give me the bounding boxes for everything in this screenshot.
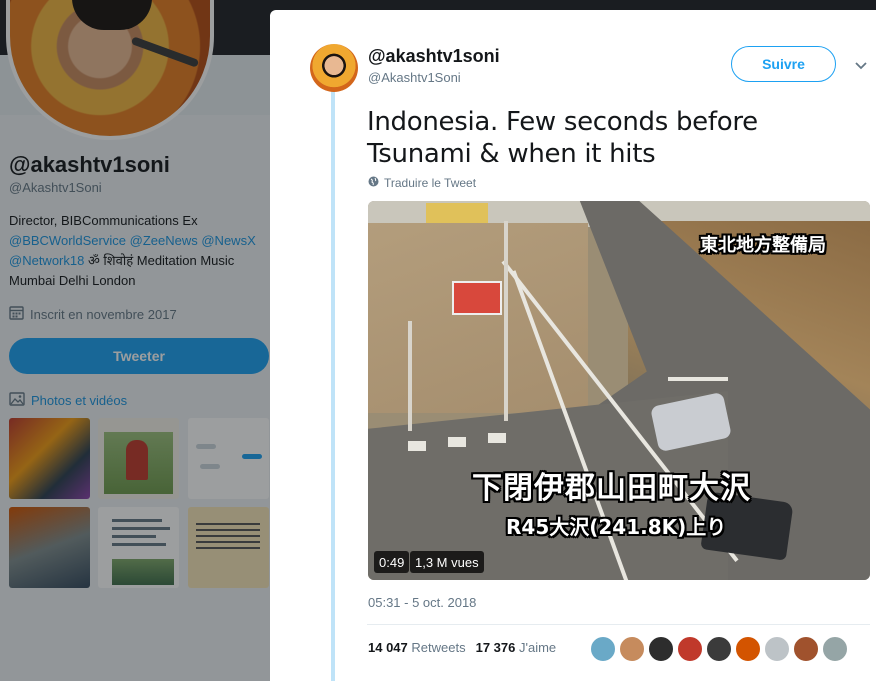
- retweets-stat[interactable]: 14 047 Retweets: [368, 640, 466, 655]
- author-name[interactable]: @akashtv1soni: [368, 46, 500, 67]
- divider: [367, 624, 870, 625]
- follow-button[interactable]: Suivre: [731, 46, 836, 82]
- liker-avatar[interactable]: [735, 636, 761, 662]
- retweets-label: Retweets: [411, 640, 466, 655]
- author-avatar[interactable]: [310, 44, 358, 92]
- roadside-sign: [452, 281, 502, 315]
- likes-label: J'aime: [518, 640, 557, 655]
- video-views: 1,3 M vues: [410, 551, 484, 573]
- crosswalk-stripe: [448, 437, 466, 447]
- road-marking: [668, 377, 728, 381]
- thread-line: [331, 90, 335, 681]
- translate-tweet-link[interactable]: Traduire le Tweet: [368, 176, 476, 190]
- sign-pole: [408, 321, 412, 431]
- liker-avatar[interactable]: [764, 636, 790, 662]
- video-duration: 0:49: [374, 551, 410, 573]
- likes-count: 17 376: [475, 640, 516, 655]
- likes-stat[interactable]: 17 376 J'aime: [476, 640, 557, 655]
- liker-avatar[interactable]: [619, 636, 645, 662]
- video-overlay-agency: 東北地方整備局: [700, 235, 826, 256]
- translate-label: Traduire le Tweet: [384, 176, 477, 190]
- author-handle: @Akashtv1Soni: [368, 70, 461, 85]
- video-overlay-route: R45大沢(241.8K)上り: [506, 515, 727, 539]
- liker-avatar[interactable]: [793, 636, 819, 662]
- liker-avatar[interactable]: [822, 636, 848, 662]
- tweet-modal: @akashtv1soni @Akashtv1Soni Suivre Indon…: [270, 10, 876, 681]
- liker-avatar[interactable]: [590, 636, 616, 662]
- liker-avatar[interactable]: [677, 636, 703, 662]
- tweet-text: Indonesia. Few seconds before Tsunami & …: [367, 107, 758, 169]
- liker-avatar[interactable]: [648, 636, 674, 662]
- retweets-count: 14 047: [368, 640, 408, 655]
- crosswalk-stripe: [488, 433, 506, 443]
- tweet-stats: 14 047 Retweets 17 376 J'aime: [368, 640, 556, 655]
- video-player[interactable]: 東北地方整備局 下閉伊郡山田町大沢 R45大沢(241.8K)上り 0:49 1…: [368, 201, 870, 580]
- crosswalk-stripe: [408, 441, 426, 451]
- video-overlay-location: 下閉伊郡山田町大沢: [472, 471, 751, 506]
- utility-pole: [504, 221, 508, 421]
- tweet-timestamp[interactable]: 05:31 - 5 oct. 2018: [368, 595, 476, 610]
- liker-avatars: [590, 636, 848, 662]
- chevron-down-icon[interactable]: [854, 58, 868, 76]
- globe-icon: [368, 176, 379, 190]
- liker-avatar[interactable]: [706, 636, 732, 662]
